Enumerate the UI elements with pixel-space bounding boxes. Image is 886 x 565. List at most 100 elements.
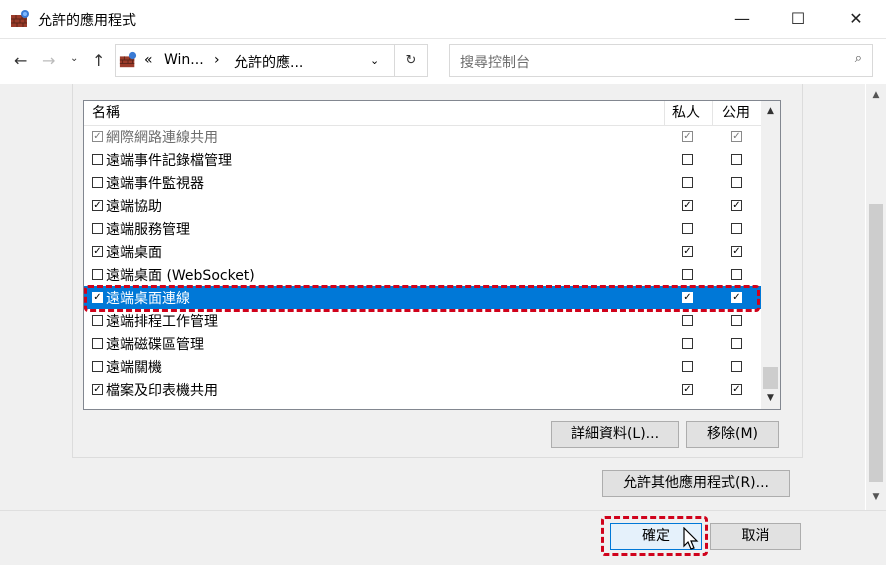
list-row[interactable]: ✓ 遠端協助 ✓ ✓ (84, 194, 761, 217)
firewall-brick-icon (119, 51, 137, 68)
private-checkbox[interactable] (682, 223, 693, 234)
column-header-public[interactable]: 公用 (722, 101, 750, 125)
public-checkbox[interactable]: ✓ (731, 246, 742, 257)
list-row[interactable]: 遠端服務管理 (84, 217, 761, 240)
private-checkbox[interactable] (682, 269, 693, 280)
app-name: 遠端關機 (106, 360, 162, 376)
title-bar: 允許的應用程式 — ☐ ✕ (0, 0, 886, 39)
list-row[interactable]: 遠端事件監視器 (84, 171, 761, 194)
up-arrow-icon[interactable]: ↑ (92, 51, 105, 70)
allow-other-app-button[interactable]: 允許其他應用程式(R)... (602, 470, 790, 497)
list-scroll-thumb[interactable] (763, 367, 778, 389)
window-scrollbar[interactable]: ▲ ▼ (866, 84, 886, 510)
public-checkbox[interactable]: ✓ (731, 200, 742, 211)
app-name: 遠端事件監視器 (106, 176, 204, 192)
private-checkbox[interactable]: ✓ (682, 384, 693, 395)
list-row[interactable]: ✓ 網際網路連線共用 ✓ ✓ (84, 125, 761, 148)
enable-checkbox[interactable] (92, 269, 103, 280)
column-separator[interactable] (712, 101, 713, 125)
mouse-cursor-icon (683, 527, 699, 550)
enable-checkbox[interactable]: ✓ (92, 384, 103, 395)
search-icon[interactable]: ⌕ (855, 51, 862, 66)
app-name: 檔案及印表機共用 (106, 383, 218, 399)
address-dropdown-icon[interactable]: ⌄ (370, 54, 379, 67)
search-placeholder: 搜尋控制台 (460, 55, 530, 71)
app-name: 遠端服務管理 (106, 222, 190, 238)
private-checkbox[interactable] (682, 177, 693, 188)
scroll-up-arrow-icon[interactable]: ▲ (761, 103, 780, 120)
enable-checkbox[interactable] (92, 361, 103, 372)
column-header-name[interactable]: 名稱 (92, 101, 120, 125)
list-row[interactable]: 遠端事件記錄檔管理 (84, 148, 761, 171)
allowed-apps-list[interactable]: 名稱 私人 公用 ✓ 網際網路連線共用 ✓ ✓ 遠端事件記錄檔管理 遠端事件監視器 ✓ 遠端協… (83, 100, 781, 410)
list-row[interactable]: ✓ 遠端桌面連線 ✓ ✓ (84, 286, 761, 309)
list-row[interactable]: ✓ 檔案及印表機共用 ✓ ✓ (84, 378, 761, 401)
app-name: 遠端協助 (106, 199, 162, 215)
list-scrollbar[interactable]: ▲ ▼ (761, 101, 780, 409)
enable-checkbox[interactable] (92, 315, 103, 326)
private-checkbox[interactable] (682, 154, 693, 165)
list-row[interactable]: 遠端關機 (84, 355, 761, 378)
enable-checkbox[interactable] (92, 338, 103, 349)
public-checkbox[interactable]: ✓ (731, 384, 742, 395)
close-button[interactable]: ✕ (826, 0, 886, 38)
private-checkbox[interactable] (682, 361, 693, 372)
remove-button[interactable]: 移除(M) (686, 421, 779, 448)
public-checkbox[interactable]: ✓ (731, 292, 742, 303)
breadcrumb-overflow[interactable]: « (144, 52, 153, 68)
enable-checkbox[interactable]: ✓ (92, 246, 103, 257)
public-checkbox[interactable] (731, 223, 742, 234)
public-checkbox[interactable] (731, 177, 742, 188)
back-arrow-icon[interactable]: ← (14, 51, 27, 70)
list-row[interactable]: 遠端桌面 (WebSocket) (84, 263, 761, 286)
enable-checkbox[interactable] (92, 223, 103, 234)
list-row[interactable]: ✓ 遠端桌面 ✓ ✓ (84, 240, 761, 263)
list-row[interactable]: 遠端排程工作管理 (84, 309, 761, 332)
window-scroll-up-icon[interactable]: ▲ (866, 86, 886, 104)
maximize-button[interactable]: ☐ (768, 0, 828, 38)
scroll-down-arrow-icon[interactable]: ▼ (761, 390, 780, 407)
public-checkbox[interactable] (731, 315, 742, 326)
enable-checkbox[interactable] (92, 177, 103, 188)
column-header-private[interactable]: 私人 (672, 101, 700, 125)
public-checkbox[interactable]: ✓ (731, 131, 742, 142)
recent-locations-chevron-icon[interactable]: ⌄ (70, 53, 78, 64)
private-checkbox[interactable]: ✓ (682, 292, 693, 303)
private-checkbox[interactable]: ✓ (682, 200, 693, 211)
minimize-button[interactable]: — (712, 0, 772, 38)
private-checkbox[interactable]: ✓ (682, 246, 693, 257)
search-input[interactable]: 搜尋控制台 ⌕ (449, 44, 873, 77)
public-checkbox[interactable] (731, 361, 742, 372)
enable-checkbox[interactable] (92, 154, 103, 165)
enable-checkbox[interactable]: ✓ (92, 131, 103, 142)
forward-arrow-icon[interactable]: → (42, 51, 55, 70)
window-title: 允許的應用程式 (38, 13, 136, 29)
list-header: 名稱 私人 公用 (84, 101, 761, 126)
private-checkbox[interactable]: ✓ (682, 131, 693, 142)
refresh-icon[interactable]: ↻ (394, 45, 427, 76)
private-checkbox[interactable] (682, 338, 693, 349)
app-name: 遠端桌面連線 (106, 291, 190, 307)
list-row[interactable]: 遠端磁碟區管理 (84, 332, 761, 355)
column-separator[interactable] (664, 101, 665, 125)
public-checkbox[interactable] (731, 338, 742, 349)
breadcrumb-allowed-apps[interactable]: 允許的應... (234, 52, 303, 72)
cancel-button[interactable]: 取消 (710, 523, 801, 550)
window-scroll-down-icon[interactable]: ▼ (866, 488, 886, 506)
navigation-bar: ← → ⌄ ↑ « Win... › 允許的應... ⌄ ↻ 搜尋控制台 ⌕ (0, 39, 886, 83)
breadcrumb-windows[interactable]: Win... (164, 52, 204, 68)
firewall-brick-icon (11, 10, 29, 27)
window-scroll-thumb[interactable] (869, 204, 883, 482)
address-field[interactable]: « Win... › 允許的應... ⌄ ↻ (115, 44, 428, 77)
enable-checkbox[interactable]: ✓ (92, 292, 103, 303)
app-name: 遠端桌面 (106, 245, 162, 261)
app-name: 網際網路連線共用 (106, 130, 218, 146)
enable-checkbox[interactable]: ✓ (92, 200, 103, 211)
public-checkbox[interactable] (731, 154, 742, 165)
app-name: 遠端磁碟區管理 (106, 337, 204, 353)
breadcrumb-separator[interactable]: › (214, 52, 220, 68)
private-checkbox[interactable] (682, 315, 693, 326)
details-button[interactable]: 詳細資料(L)... (551, 421, 679, 448)
public-checkbox[interactable] (731, 269, 742, 280)
app-name: 遠端事件記錄檔管理 (106, 153, 232, 169)
